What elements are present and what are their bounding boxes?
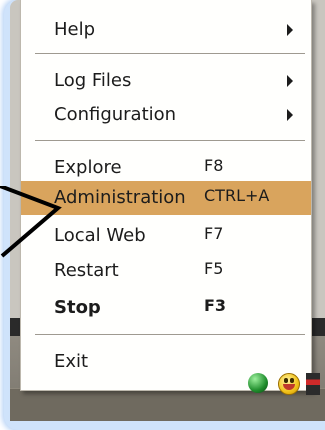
smiley-messenger-icon[interactable] xyxy=(278,373,300,395)
menu-separator xyxy=(35,140,305,142)
menu-item-local-web[interactable]: Local Web F7 xyxy=(21,219,311,253)
menu-item-explore[interactable]: Explore F8 xyxy=(21,151,311,185)
menu-item-configuration[interactable]: Configuration xyxy=(21,98,311,132)
green-status-icon[interactable] xyxy=(248,373,268,393)
menu-item-label: Configuration xyxy=(54,104,177,125)
menu-item-restart[interactable]: Restart F5 xyxy=(21,254,311,288)
menu-item-shortcut: F7 xyxy=(204,224,224,243)
menu-item-label: Stop xyxy=(54,297,101,318)
menu-item-exit[interactable]: Exit xyxy=(21,345,311,379)
menu-item-shortcut: F5 xyxy=(204,259,224,278)
menu-item-shortcut: CTRL+A xyxy=(204,186,270,205)
submenu-arrow-icon xyxy=(287,24,293,36)
menu-item-label: Log Files xyxy=(54,70,132,91)
submenu-arrow-icon xyxy=(287,109,293,121)
smiley-mouth xyxy=(283,384,295,390)
menu-item-label: Restart xyxy=(54,260,119,281)
system-tray-area xyxy=(10,388,325,421)
menu-item-shortcut: F8 xyxy=(204,156,224,175)
menu-separator xyxy=(35,334,305,336)
flag-icon[interactable] xyxy=(306,373,320,395)
menu-item-administration[interactable]: Administration CTRL+A xyxy=(21,181,311,215)
menu-item-help[interactable]: Help xyxy=(21,13,311,47)
menu-separator xyxy=(35,53,305,55)
menu-item-label: Explore xyxy=(54,157,122,178)
menu-item-label: Local Web xyxy=(54,225,146,246)
menu-item-label: Administration xyxy=(54,187,186,208)
submenu-arrow-icon xyxy=(287,75,293,87)
menu-item-log-files[interactable]: Log Files xyxy=(21,64,311,98)
smiley-eye xyxy=(290,378,294,383)
menu-item-shortcut: F3 xyxy=(204,296,227,315)
callout-pointer-line xyxy=(0,186,62,258)
tray-context-menu: Help Log Files Configuration Explore F8 … xyxy=(20,0,312,391)
smiley-eye xyxy=(284,378,288,383)
menu-item-stop[interactable]: Stop F3 xyxy=(21,291,311,325)
menu-item-label: Exit xyxy=(54,351,89,372)
menu-item-label: Help xyxy=(54,19,96,40)
